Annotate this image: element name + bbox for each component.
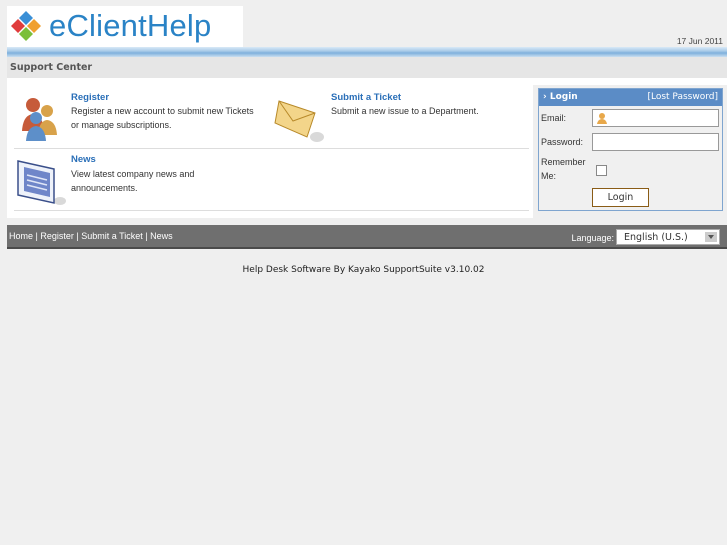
logo[interactable]: eClientHelp: [7, 6, 243, 47]
chevron-right-icon: ›: [543, 92, 547, 102]
register-link[interactable]: Register: [71, 92, 109, 103]
chevron-down-icon: [705, 232, 717, 242]
footer-home-link[interactable]: Home: [9, 231, 33, 241]
news-link[interactable]: News: [71, 154, 96, 165]
footer-submit-ticket-link[interactable]: Submit a Ticket: [81, 231, 143, 241]
news-icon: [14, 153, 67, 206]
password-label: Password:: [541, 137, 584, 147]
password-field[interactable]: [592, 133, 719, 151]
envelope-icon: [273, 91, 326, 144]
footer-nav: Home | Register | Submit a Ticket | News…: [7, 225, 727, 249]
submit-ticket-item[interactable]: Submit a Ticket Submit a new issue to a …: [273, 91, 533, 146]
logo-icon: [11, 11, 41, 41]
footer-register-link[interactable]: Register: [40, 231, 74, 241]
news-desc-line1: View latest company news and: [71, 169, 195, 179]
current-date: 17 Jun 2011: [676, 36, 723, 46]
email-field[interactable]: [592, 109, 719, 127]
content-divider: [14, 148, 529, 149]
language-value: English (U.S.): [624, 232, 688, 243]
header: eClientHelp 17 Jun 2011: [0, 0, 727, 48]
login-title: Login: [549, 92, 578, 102]
header-strip: [7, 47, 727, 57]
remember-me-checkbox[interactable]: [596, 165, 607, 176]
email-label: Email:: [541, 113, 567, 123]
footer-links: Home | Register | Submit a Ticket | News: [9, 231, 173, 241]
language-select[interactable]: English (U.S.): [616, 229, 720, 245]
login-header: › Login [Lost Password]: [539, 89, 722, 106]
language-label: Language:: [571, 233, 614, 243]
news-item[interactable]: News View latest company news and announ…: [14, 153, 274, 208]
login-panel: › Login [Lost Password] Email: Password:…: [538, 88, 723, 211]
remember-label-line2: Me:: [541, 171, 557, 181]
powered-by: Help Desk Software By Kayako SupportSuit…: [242, 265, 485, 275]
submit-ticket-link[interactable]: Submit a Ticket: [331, 92, 401, 103]
users-icon: [14, 91, 67, 144]
page: eClientHelp 17 Jun 2011 Support Center R…: [0, 0, 727, 520]
title-spacer: [7, 78, 727, 85]
page-title: Support Center: [7, 57, 727, 78]
separator: |: [142, 231, 151, 241]
register-desc-line1: Register a new account to submit new Tic…: [71, 106, 254, 116]
main-content: Register Register a new account to submi…: [7, 85, 533, 218]
register-item[interactable]: Register Register a new account to submi…: [14, 91, 274, 146]
footer-news-link[interactable]: News: [150, 231, 173, 241]
login-button[interactable]: Login: [592, 188, 649, 207]
content-divider-bottom: [14, 210, 529, 211]
register-desc-line2: or manage subscriptions.: [71, 120, 172, 130]
logo-text: eClientHelp: [49, 8, 212, 43]
user-icon: [597, 113, 607, 124]
remember-label-line1: Remember: [541, 157, 586, 167]
lost-password-link[interactable]: [Lost Password]: [647, 92, 718, 102]
news-desc-line2: announcements.: [71, 183, 138, 193]
submit-ticket-desc: Submit a new issue to a Department.: [331, 106, 479, 116]
